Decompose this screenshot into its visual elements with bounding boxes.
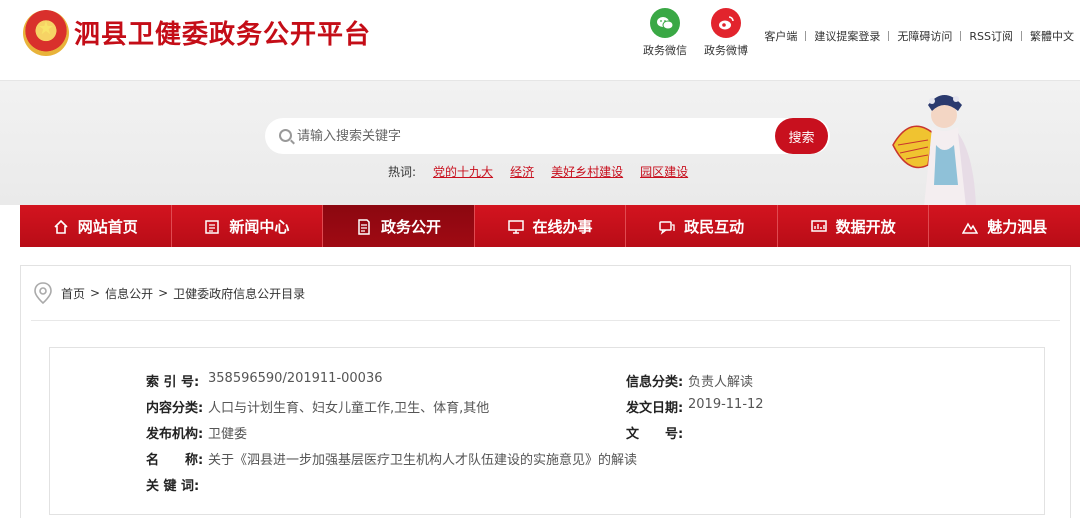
meta-org-row: 发布机构: 卫健委 [146, 423, 247, 442]
nav-item-label: 数据开放 [835, 217, 896, 236]
breadcrumb-home[interactable]: 首页 [61, 285, 85, 302]
nav-item-label: 新闻中心 [229, 217, 290, 236]
breadcrumb-current[interactable]: 卫健委政府信息公开目录 [173, 285, 305, 302]
national-emblem-icon [23, 10, 69, 56]
nav-item-home[interactable]: 网站首页 [20, 205, 172, 247]
nav-item-label: 魅力泗县 [987, 217, 1048, 236]
home-icon [53, 219, 69, 234]
hot-word-link[interactable]: 党的十九大 [433, 163, 493, 180]
meta-category-row: 信息分类: 负责人解读 [626, 371, 753, 390]
meta-content-label: 内容分类: [146, 401, 204, 416]
search-button[interactable]: 搜索 [775, 118, 828, 154]
site-title[interactable]: 泗县卫健委政务公开平台 [74, 14, 371, 51]
chat-icon [659, 219, 675, 235]
weibo-link[interactable]: 政务微博 [696, 8, 756, 58]
nav-item-label: 在线办事 [532, 217, 593, 236]
document-icon [356, 219, 372, 235]
nav-item-label: 政务公开 [380, 217, 441, 236]
search-box: 搜索 [265, 118, 830, 154]
nav-item-open-data[interactable]: 数据开放 [777, 205, 930, 247]
traditional-chinese-link[interactable]: 繁體中文 [1030, 28, 1074, 44]
hot-words: 热词: 党的十九大 经济 美好乡村建设 园区建设 [388, 163, 688, 180]
meta-docno-row: 文 号: [626, 423, 688, 442]
breadcrumb-info-disclosure[interactable]: 信息公开 [105, 285, 153, 302]
wechat-label[interactable]: 政务微信 [635, 42, 695, 58]
meta-date-row: 发文日期: 2019-11-12 [626, 397, 764, 416]
top-links: 客户端 建议提案登录 无障碍访问 RSS订阅 繁體中文 [764, 28, 1074, 44]
search-icon [279, 129, 292, 142]
weibo-label[interactable]: 政务微博 [696, 42, 756, 58]
wechat-icon[interactable] [650, 8, 680, 38]
nav-item-gov-info[interactable]: 政务公开 [323, 205, 475, 247]
meta-date-value: 2019-11-12 [688, 397, 764, 412]
wechat-link[interactable]: 政务微信 [635, 8, 695, 58]
meta-name-row: 名 称: 关于《泗县进一步加强基层医疗卫生机构人才队伍建设的实施意见》的解读 [146, 449, 637, 468]
meta-keywords-row: 关 键 词: [146, 475, 208, 494]
breadcrumb-separator: > [158, 286, 169, 300]
meta-name-value: 关于《泗县进一步加强基层医疗卫生机构人才队伍建设的实施意见》的解读 [208, 453, 638, 468]
search-banner: 搜索 热词: 党的十九大 经济 美好乡村建设 园区建设 [0, 80, 1080, 207]
mountain-icon [961, 219, 979, 234]
weibo-icon[interactable] [711, 8, 741, 38]
meta-category-value: 负责人解读 [688, 375, 754, 390]
meta-content-value: 人口与计划生育、妇女儿童工作,卫生、体育,其他 [208, 401, 490, 416]
client-link[interactable]: 客户端 [764, 28, 797, 44]
data-icon [810, 219, 827, 233]
news-icon [204, 219, 220, 234]
meta-name-label: 名 称: [146, 453, 204, 468]
meta-org-value: 卫健委 [208, 427, 248, 442]
meta-date-label: 发文日期: [626, 401, 684, 416]
breadcrumb: 首页 > 信息公开 > 卫健委政府信息公开目录 [33, 282, 305, 304]
hot-word-link[interactable]: 美好乡村建设 [551, 163, 623, 180]
monitor-icon [507, 219, 524, 234]
hot-word-link[interactable]: 经济 [510, 163, 534, 180]
site-header: 泗县卫健委政务公开平台 政务微信 政务微博 客户端 建议提案登录 无障碍访问 R… [0, 0, 1080, 80]
meta-org-label: 发布机构: [146, 427, 204, 442]
meta-content-row: 内容分类: 人口与计划生育、妇女儿童工作,卫生、体育,其他 [146, 397, 489, 416]
divider [31, 320, 1060, 321]
nav-item-online-service[interactable]: 在线办事 [474, 205, 627, 247]
content-panel: 首页 > 信息公开 > 卫健委政府信息公开目录 索 引 号: 358596590… [20, 265, 1071, 518]
main-nav: 网站首页 新闻中心 政务公开 在线办事 政民互动 数据开放 魅力泗县 [20, 205, 1080, 247]
rss-link[interactable]: RSS订阅 [969, 28, 1013, 44]
meta-category-label: 信息分类: [626, 375, 684, 390]
hot-word-link[interactable]: 园区建设 [640, 163, 688, 180]
nav-item-charm-sixian[interactable]: 魅力泗县 [929, 205, 1080, 247]
divider [805, 31, 807, 41]
divider [888, 31, 890, 41]
meta-index-value: 358596590/201911-00036 [208, 371, 383, 386]
proposal-login-link[interactable]: 建议提案登录 [814, 28, 880, 44]
accessibility-link[interactable]: 无障碍访问 [897, 28, 952, 44]
nav-item-interaction[interactable]: 政民互动 [626, 205, 778, 247]
nav-item-label: 网站首页 [77, 217, 138, 236]
hot-words-label: 热词: [388, 165, 417, 179]
meta-docno-label: 文 号: [626, 427, 684, 442]
nav-item-news[interactable]: 新闻中心 [171, 205, 324, 247]
search-input[interactable] [297, 118, 767, 154]
meta-index-label: 索 引 号: [146, 375, 200, 390]
document-meta-box: 索 引 号: 358596590/201911-00036 信息分类: 负责人解… [49, 347, 1045, 515]
location-pin-icon [34, 282, 52, 304]
meta-index-row: 索 引 号: 358596590/201911-00036 [146, 371, 383, 390]
divider [960, 31, 962, 41]
divider [1021, 31, 1022, 41]
meta-keywords-label: 关 键 词: [146, 479, 200, 494]
opera-figure-illustration [892, 95, 976, 207]
breadcrumb-separator: > [90, 286, 101, 300]
nav-item-label: 政民互动 [684, 217, 745, 236]
